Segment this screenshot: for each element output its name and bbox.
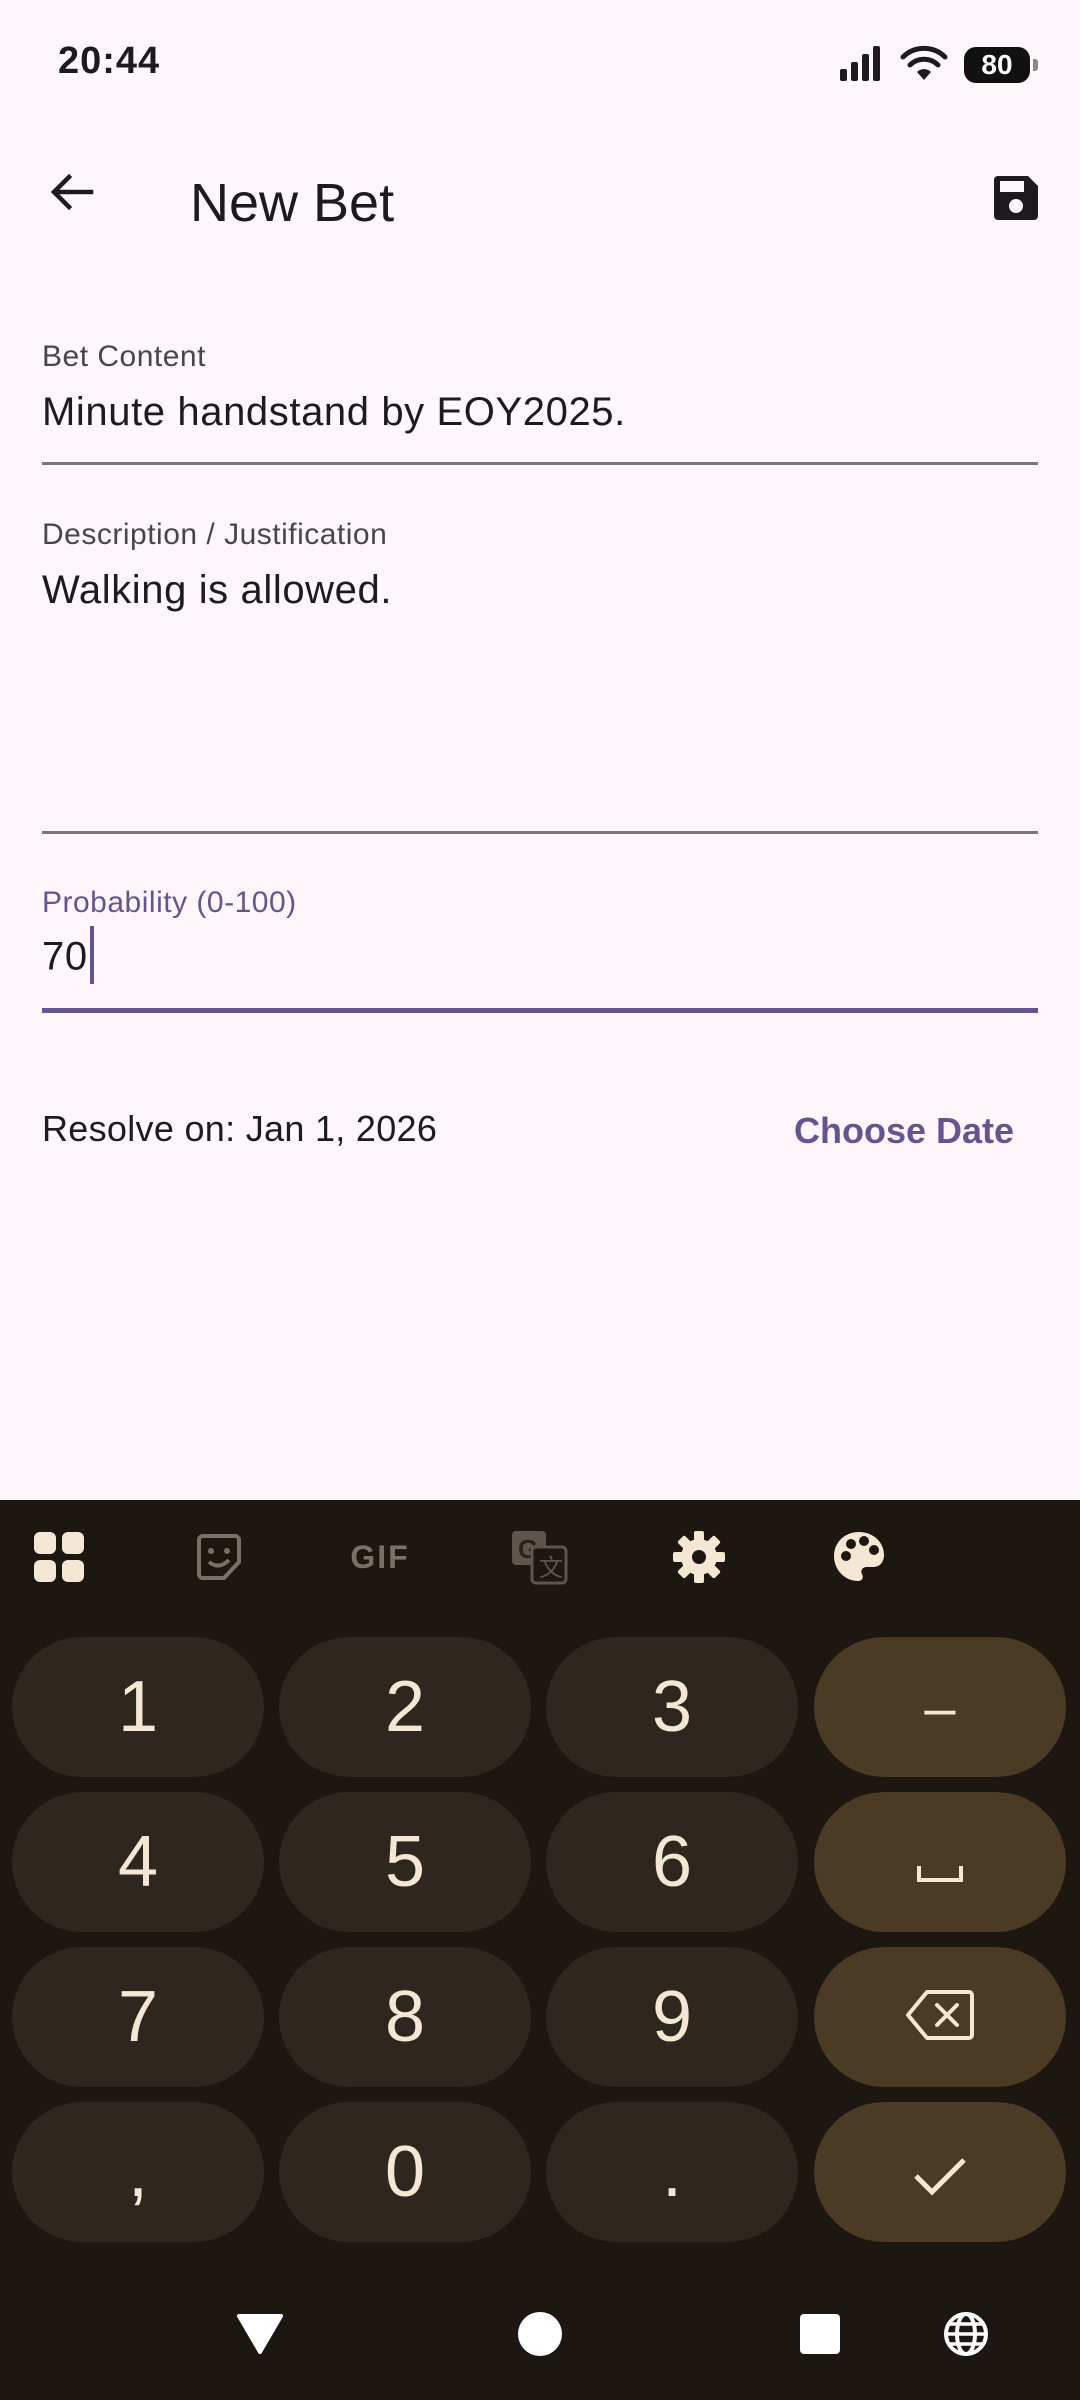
key-7[interactable]: 7 bbox=[12, 1947, 264, 2087]
nav-back-button[interactable] bbox=[226, 2302, 294, 2370]
globe-icon bbox=[942, 2310, 990, 2363]
save-button[interactable] bbox=[976, 160, 1056, 240]
resolve-date-text: Resolve on: Jan 1, 2026 bbox=[42, 1108, 438, 1149]
square-recents-icon bbox=[799, 2313, 841, 2360]
key-2[interactable]: 2 bbox=[279, 1637, 531, 1777]
choose-date-button[interactable]: Choose Date bbox=[780, 1102, 1028, 1160]
wifi-icon bbox=[900, 44, 948, 87]
page-title: New Bet bbox=[190, 173, 395, 233]
bet-content-underline bbox=[42, 462, 1038, 465]
space-icon bbox=[915, 1821, 965, 1903]
key-9[interactable]: 9 bbox=[546, 1947, 798, 2087]
key-0[interactable]: 0 bbox=[279, 2102, 531, 2242]
key-comma[interactable]: , bbox=[12, 2102, 264, 2242]
gif-icon[interactable]: GIF bbox=[344, 1522, 416, 1592]
check-icon bbox=[913, 2131, 967, 2213]
back-button[interactable] bbox=[30, 152, 114, 236]
backspace-key[interactable] bbox=[814, 1947, 1066, 2087]
bet-content-input[interactable]: Minute handstand by EOY2025. bbox=[42, 390, 626, 435]
language-switch-button[interactable] bbox=[932, 2302, 1000, 2370]
status-icons: 80 bbox=[838, 42, 1038, 88]
key-6[interactable]: 6 bbox=[546, 1792, 798, 1932]
bet-content-label: Bet Content bbox=[42, 340, 206, 373]
status-bar: 20:44 80 bbox=[0, 0, 1080, 130]
save-icon bbox=[990, 172, 1042, 229]
probability-value: 70 bbox=[42, 934, 88, 979]
sticker-icon[interactable] bbox=[184, 1522, 254, 1592]
svg-text:文: 文 bbox=[539, 1554, 563, 1582]
key-8[interactable]: 8 bbox=[279, 1947, 531, 2087]
palette-icon[interactable] bbox=[824, 1522, 894, 1592]
text-cursor bbox=[89, 926, 94, 984]
key-4[interactable]: 4 bbox=[12, 1792, 264, 1932]
description-underline bbox=[42, 831, 1038, 834]
key-minus[interactable]: – bbox=[814, 1637, 1066, 1777]
triangle-down-icon bbox=[235, 2312, 285, 2361]
key-period[interactable]: . bbox=[546, 2102, 798, 2242]
probability-underline bbox=[42, 1008, 1038, 1013]
gear-icon[interactable] bbox=[664, 1522, 734, 1592]
description-input[interactable]: Walking is allowed. bbox=[42, 568, 392, 613]
backspace-icon bbox=[905, 1976, 975, 2058]
key-space[interactable] bbox=[814, 1792, 1066, 1932]
translate-icon[interactable]: G 文 bbox=[504, 1522, 574, 1592]
key-1[interactable]: 1 bbox=[12, 1637, 264, 1777]
probability-input[interactable]: 70 bbox=[42, 926, 94, 988]
arrow-back-icon bbox=[47, 167, 97, 222]
apps-icon[interactable] bbox=[24, 1522, 94, 1592]
circle-home-icon bbox=[516, 2310, 564, 2363]
nav-recents-button[interactable] bbox=[786, 2302, 854, 2370]
battery-indicator: 80 bbox=[964, 47, 1038, 83]
key-5[interactable]: 5 bbox=[279, 1792, 531, 1932]
status-time: 20:44 bbox=[58, 40, 161, 82]
probability-label: Probability (0-100) bbox=[42, 886, 297, 919]
signal-icon bbox=[838, 45, 884, 86]
done-key[interactable] bbox=[814, 2102, 1066, 2242]
key-3[interactable]: 3 bbox=[546, 1637, 798, 1777]
nav-home-button[interactable] bbox=[506, 2302, 574, 2370]
description-label: Description / Justification bbox=[42, 518, 388, 551]
